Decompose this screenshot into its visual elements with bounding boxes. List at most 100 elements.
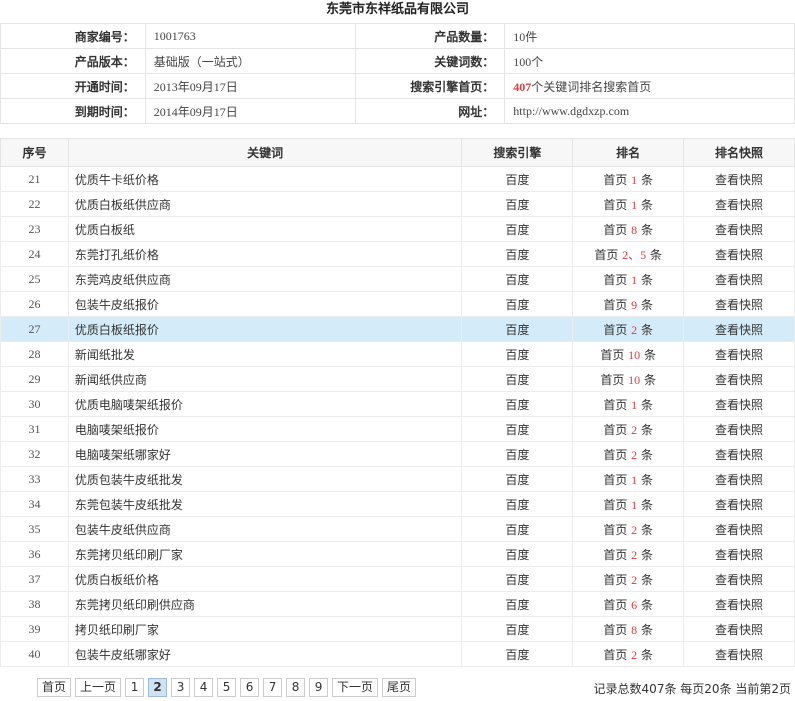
rank-value: 1 xyxy=(631,497,638,512)
row-keyword: 东莞打孔纸价格 xyxy=(67,241,463,267)
account-info-table: 商家编号： 1001763 产品数量： 10件 产品版本： 基础版（一站式） 关… xyxy=(0,23,795,124)
row-engine: 百度 xyxy=(461,316,574,342)
row-keyword: 包装牛皮纸报价 xyxy=(67,291,463,317)
page-number-button[interactable]: 6 xyxy=(240,678,260,697)
page-number-button[interactable]: 5 xyxy=(217,678,237,697)
rank-suffix: 条 xyxy=(641,522,654,537)
rank-prefix: 首页 xyxy=(603,322,628,337)
view-snapshot-link[interactable]: 查看快照 xyxy=(683,316,795,342)
rank-suffix: 条 xyxy=(641,297,654,312)
row-number: 21 xyxy=(0,166,69,192)
page-number-button[interactable]: 1 xyxy=(125,678,145,697)
view-snapshot-link[interactable]: 查看快照 xyxy=(683,341,795,367)
view-snapshot-link[interactable]: 查看快照 xyxy=(683,416,795,442)
row-rank: 首页 10 条 xyxy=(572,341,685,367)
rank-value: 1 xyxy=(631,272,638,287)
row-engine: 百度 xyxy=(461,191,574,217)
row-number: 22 xyxy=(0,191,69,217)
page-number-button[interactable]: 3 xyxy=(171,678,191,697)
rank-prefix: 首页 xyxy=(603,547,628,562)
rank-prefix: 首页 xyxy=(603,447,628,462)
pagination: 首页 上一页 123456789 下一页 尾页 记录总数407条 每页20条 当… xyxy=(0,676,795,698)
homepage-label: 搜索引擎首页： xyxy=(354,73,506,99)
next-page-button[interactable]: 下一页 xyxy=(332,678,379,697)
row-keyword: 电脑唛架纸报价 xyxy=(67,416,463,442)
view-snapshot-link[interactable]: 查看快照 xyxy=(683,566,795,592)
first-page-button[interactable]: 首页 xyxy=(37,678,72,697)
row-number: 28 xyxy=(0,341,69,367)
view-snapshot-link[interactable]: 查看快照 xyxy=(683,641,795,667)
row-keyword: 新闻纸供应商 xyxy=(67,366,463,392)
table-row: 22 优质白板纸供应商 百度 首页 1 条查看快照 xyxy=(0,191,795,217)
rank-suffix: 条 xyxy=(641,572,654,587)
rank-suffix: 条 xyxy=(641,397,654,412)
rank-prefix: 首页 xyxy=(603,422,628,437)
row-number: 30 xyxy=(0,391,69,417)
view-snapshot-link[interactable]: 查看快照 xyxy=(683,441,795,467)
table-row: 28 新闻纸批发 百度 首页 10 条查看快照 xyxy=(0,341,795,367)
open-time-value: 2013年09月17日 xyxy=(144,73,356,99)
view-snapshot-link[interactable]: 查看快照 xyxy=(683,516,795,542)
view-snapshot-link[interactable]: 查看快照 xyxy=(683,591,795,617)
row-keyword: 拷贝纸印刷厂家 xyxy=(67,616,463,642)
col-header-keyword: 关键词 xyxy=(67,138,463,167)
row-number: 24 xyxy=(0,241,69,267)
rank-suffix: 条 xyxy=(644,347,657,362)
last-page-button[interactable]: 尾页 xyxy=(382,678,417,697)
row-keyword: 优质白板纸价格 xyxy=(67,566,463,592)
row-number: 40 xyxy=(0,641,69,667)
table-row: 30 优质电脑唛架纸报价 百度 首页 1 条查看快照 xyxy=(0,391,795,417)
view-snapshot-link[interactable]: 查看快照 xyxy=(683,216,795,242)
table-row: 29 新闻纸供应商 百度 首页 10 条查看快照 xyxy=(0,366,795,392)
table-row: 25 东莞鸡皮纸供应商 百度 首页 1 条查看快照 xyxy=(0,266,795,292)
view-snapshot-link[interactable]: 查看快照 xyxy=(683,291,795,317)
view-snapshot-link[interactable]: 查看快照 xyxy=(683,466,795,492)
row-keyword: 东莞拷贝纸印刷厂家 xyxy=(67,541,463,567)
homepage-text: 个关键词排名搜索首页 xyxy=(531,79,652,94)
view-snapshot-link[interactable]: 查看快照 xyxy=(683,366,795,392)
row-rank: 首页 8 条 xyxy=(572,616,685,642)
merchant-id-value: 1001763 xyxy=(144,23,356,49)
row-number: 27 xyxy=(0,316,69,342)
table-row: 33 优质包装牛皮纸批发 百度 首页 1 条查看快照 xyxy=(0,466,795,492)
col-header-engine: 搜索引擎 xyxy=(461,138,574,167)
view-snapshot-link[interactable]: 查看快照 xyxy=(683,191,795,217)
rank-suffix: 条 xyxy=(641,172,654,187)
row-rank: 首页 6 条 xyxy=(572,591,685,617)
rank-prefix: 首页 xyxy=(603,497,628,512)
row-rank: 首页 1 条 xyxy=(572,391,685,417)
rank-prefix: 首页 xyxy=(603,172,628,187)
row-keyword: 东莞包装牛皮纸批发 xyxy=(67,491,463,517)
page-number-button[interactable]: 4 xyxy=(194,678,214,697)
view-snapshot-link[interactable]: 查看快照 xyxy=(683,491,795,517)
rank-prefix: 首页 xyxy=(603,397,628,412)
view-snapshot-link[interactable]: 查看快照 xyxy=(683,391,795,417)
prev-page-button[interactable]: 上一页 xyxy=(75,678,122,697)
page-number-button[interactable]: 9 xyxy=(309,678,329,697)
row-engine: 百度 xyxy=(461,391,574,417)
view-snapshot-link[interactable]: 查看快照 xyxy=(683,541,795,567)
expire-time-value: 2014年09月17日 xyxy=(144,98,356,124)
page-number-button[interactable]: 8 xyxy=(286,678,306,697)
row-keyword: 电脑唛架纸哪家好 xyxy=(67,441,463,467)
rank-suffix: 条 xyxy=(641,322,654,337)
rank-prefix: 首页 xyxy=(603,647,628,662)
row-rank: 首页 2 条 xyxy=(572,516,685,542)
col-header-snapshot: 排名快照 xyxy=(683,138,795,167)
view-snapshot-link[interactable]: 查看快照 xyxy=(683,616,795,642)
rank-prefix: 首页 xyxy=(603,272,628,287)
page-number-button[interactable]: 2 xyxy=(148,678,168,697)
pagination-summary: 记录总数407条 每页20条 当前第2页 xyxy=(593,682,791,696)
view-snapshot-link[interactable]: 查看快照 xyxy=(683,166,795,192)
product-count-label: 产品数量： xyxy=(354,23,506,49)
rank-suffix: 条 xyxy=(641,597,654,612)
page-number-button[interactable]: 7 xyxy=(263,678,283,697)
rank-suffix: 条 xyxy=(641,622,654,637)
rank-prefix: 首页 xyxy=(600,372,625,387)
row-number: 23 xyxy=(0,216,69,242)
table-row: 39 拷贝纸印刷厂家 百度 首页 8 条查看快照 xyxy=(0,616,795,642)
view-snapshot-link[interactable]: 查看快照 xyxy=(683,266,795,292)
row-rank: 首页 2 条 xyxy=(572,416,685,442)
row-engine: 百度 xyxy=(461,291,574,317)
view-snapshot-link[interactable]: 查看快照 xyxy=(683,241,795,267)
